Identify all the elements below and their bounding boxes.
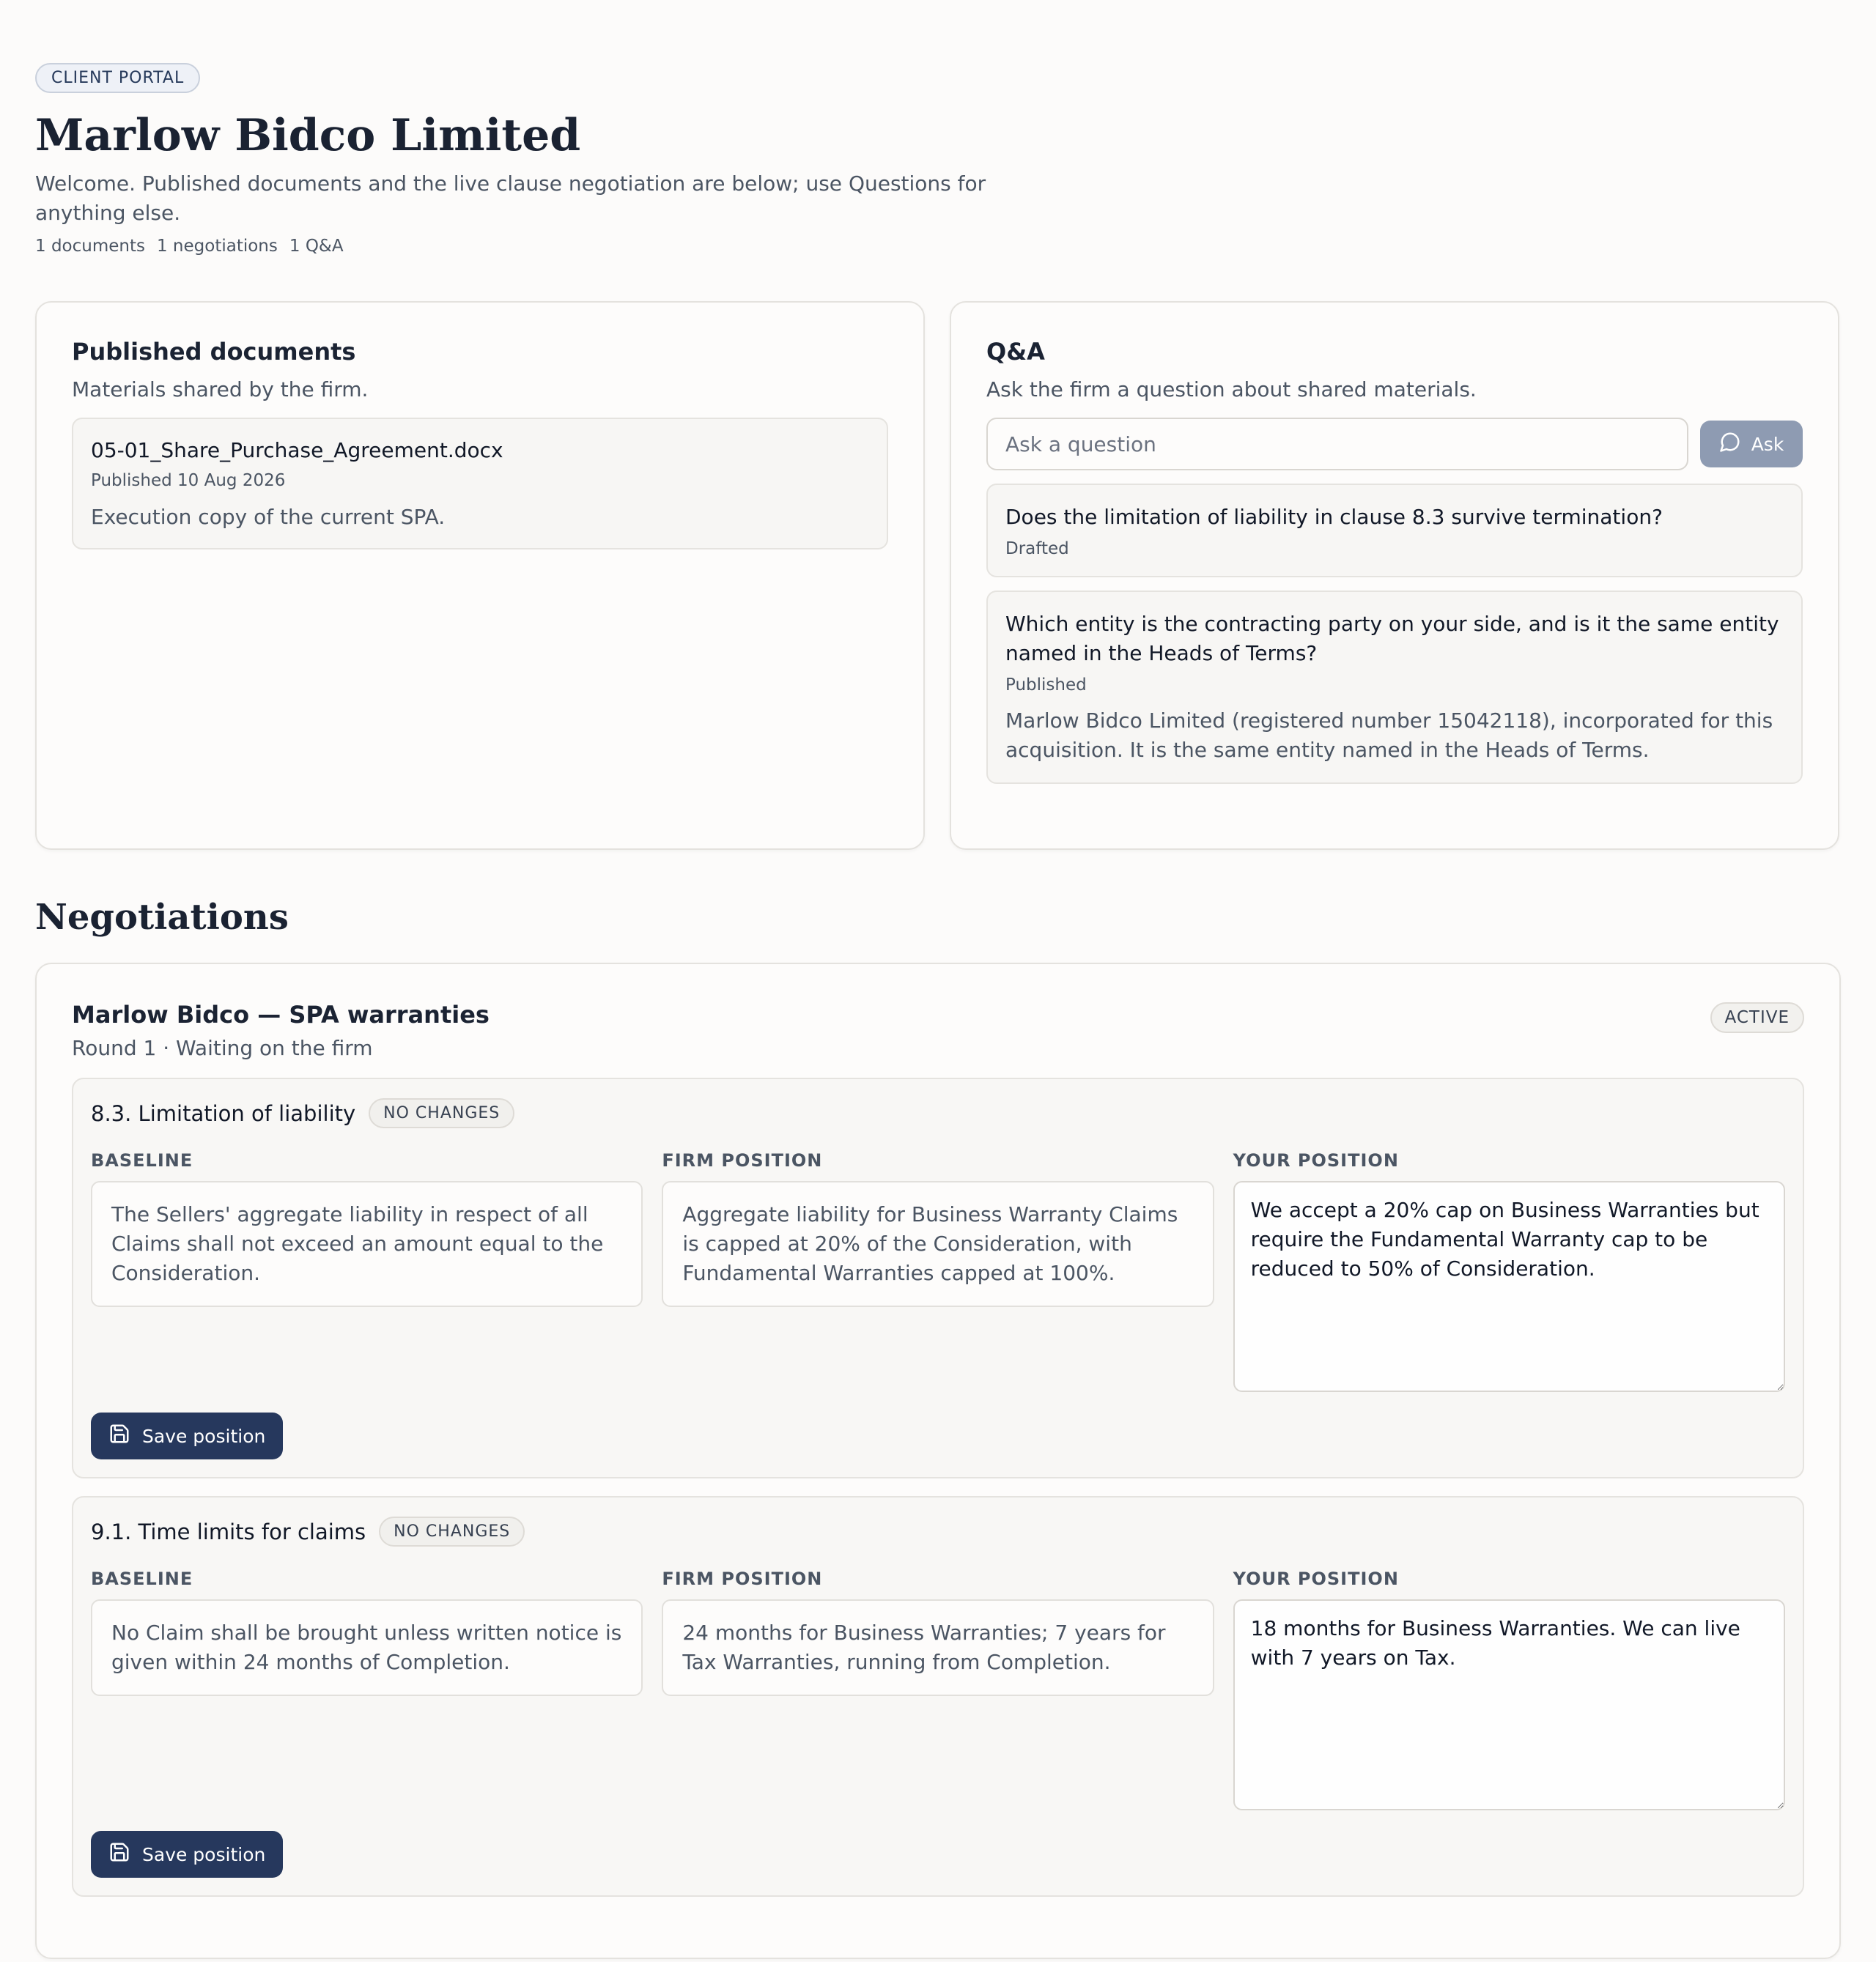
client-portal-page: CLIENT PORTAL Marlow Bidco Limited Welco…	[0, 0, 1876, 1959]
documents-count: 1 documents	[35, 237, 145, 256]
firm-position-label: FIRM POSITION	[662, 1569, 823, 1589]
qa-card: Q&A Ask the firm a question about shared…	[950, 301, 1839, 850]
qa-question: Does the limitation of liability in clau…	[1005, 505, 1663, 529]
qa-item: Does the limitation of liability in clau…	[986, 484, 1803, 577]
baseline-column: BASELINE No Claim shall be brought unles…	[91, 1569, 643, 1813]
ask-question-row: Ask	[986, 418, 1803, 470]
negotiation-header: Marlow Bidco — SPA warranties Round 1 · …	[72, 1001, 1804, 1060]
your-position-column: YOUR POSITION We accept a 20% cap on Bus…	[1233, 1150, 1785, 1395]
firm-position-label: FIRM POSITION	[662, 1150, 823, 1171]
your-position-label: YOUR POSITION	[1233, 1150, 1399, 1171]
document-item[interactable]: 05-01_Share_Purchase_Agreement.docx Publ…	[72, 418, 888, 549]
baseline-label: BASELINE	[91, 1150, 193, 1171]
your-position-label: YOUR POSITION	[1233, 1569, 1399, 1589]
save-position-button[interactable]: Save position	[91, 1413, 284, 1459]
ask-button[interactable]: Ask	[1700, 421, 1803, 467]
qa-status: Drafted	[1005, 539, 1069, 558]
clause-change-badge: NO CHANGES	[369, 1098, 515, 1128]
firm-position-text: 24 months for Business Warranties; 7 yea…	[662, 1599, 1214, 1696]
qa-subtitle: Ask the firm a question about shared mat…	[986, 377, 1477, 401]
page-title: Marlow Bidco Limited	[35, 110, 581, 161]
clause-card: 9.1. Time limits for claims NO CHANGES B…	[72, 1496, 1804, 1897]
qa-answer: Marlow Bidco Limited (registered number …	[1005, 708, 1773, 762]
welcome-text: Welcome. Published documents and the liv…	[35, 171, 986, 225]
clause-columns: BASELINE No Claim shall be brought unles…	[91, 1569, 1785, 1813]
published-documents-title: Published documents	[72, 338, 356, 366]
firm-position-column: FIRM POSITION 24 months for Business War…	[662, 1569, 1214, 1813]
save-position-label: Save position	[142, 1843, 266, 1865]
clause-title: 8.3. Limitation of liability	[91, 1100, 356, 1126]
ask-button-label: Ask	[1751, 433, 1784, 455]
baseline-label: BASELINE	[91, 1569, 193, 1589]
your-position-column: YOUR POSITION 18 months for Business War…	[1233, 1569, 1785, 1813]
ask-question-input[interactable]	[986, 418, 1688, 470]
summary-counts: 1 documents 1 negotiations 1 Q&A	[35, 237, 1841, 256]
negotiations-heading: Negotiations	[35, 897, 289, 938]
published-documents-card: Published documents Materials shared by …	[35, 301, 925, 850]
negotiation-title: Marlow Bidco — SPA warranties	[72, 1001, 490, 1029]
published-documents-subtitle: Materials shared by the firm.	[72, 377, 369, 401]
negotiation-card: Marlow Bidco — SPA warranties Round 1 · …	[35, 963, 1841, 1959]
top-panels: Published documents Materials shared by …	[35, 301, 1841, 850]
qa-title: Q&A	[986, 338, 1045, 366]
document-published-date: Published 10 Aug 2026	[91, 471, 286, 490]
clause-title: 9.1. Time limits for claims	[91, 1519, 366, 1544]
save-position-button[interactable]: Save position	[91, 1831, 284, 1878]
qa-status: Published	[1005, 675, 1087, 695]
document-description: Execution copy of the current SPA.	[91, 505, 446, 529]
save-position-label: Save position	[142, 1425, 266, 1447]
clause-change-badge: NO CHANGES	[379, 1517, 525, 1547]
floppy-disk-icon	[108, 1841, 130, 1867]
qa-item: Which entity is the contracting party on…	[986, 591, 1803, 784]
clause-columns: BASELINE The Sellers' aggregate liabilit…	[91, 1150, 1785, 1395]
baseline-text: No Claim shall be brought unless written…	[91, 1599, 643, 1696]
clause-card: 8.3. Limitation of liability NO CHANGES …	[72, 1078, 1804, 1478]
clause-header: 8.3. Limitation of liability NO CHANGES	[91, 1098, 1785, 1128]
firm-position-text: Aggregate liability for Business Warrant…	[662, 1181, 1214, 1307]
your-position-textarea[interactable]: 18 months for Business Warranties. We ca…	[1233, 1599, 1785, 1810]
qa-question: Which entity is the contracting party on…	[1005, 612, 1779, 665]
document-name[interactable]: 05-01_Share_Purchase_Agreement.docx	[91, 438, 869, 462]
qa-count: 1 Q&A	[289, 237, 344, 256]
negotiation-status-badge: ACTIVE	[1710, 1002, 1804, 1033]
chat-bubble-icon	[1719, 431, 1741, 457]
your-position-textarea[interactable]: We accept a 20% cap on Business Warranti…	[1233, 1181, 1785, 1392]
negotiation-round-status: Round 1 · Waiting on the firm	[72, 1036, 373, 1060]
firm-position-column: FIRM POSITION Aggregate liability for Bu…	[662, 1150, 1214, 1395]
negotiations-count: 1 negotiations	[156, 237, 278, 256]
client-portal-badge: CLIENT PORTAL	[35, 63, 201, 93]
floppy-disk-icon	[108, 1423, 130, 1449]
baseline-column: BASELINE The Sellers' aggregate liabilit…	[91, 1150, 643, 1395]
baseline-text: The Sellers' aggregate liability in resp…	[91, 1181, 643, 1307]
clause-header: 9.1. Time limits for claims NO CHANGES	[91, 1517, 1785, 1547]
